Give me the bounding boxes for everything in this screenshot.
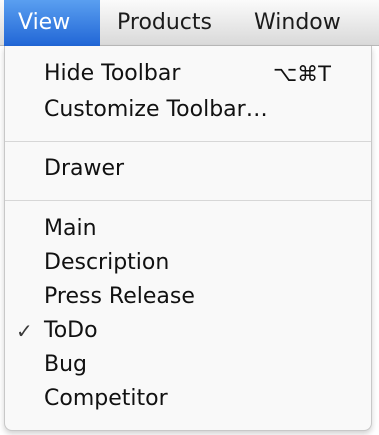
menu-item-label: Hide Toolbar: [44, 61, 181, 86]
menu-item-todo[interactable]: ✓ ToDo: [5, 315, 371, 347]
menu-item-hide-toolbar[interactable]: Hide Toolbar ⌥⌘T: [5, 58, 371, 90]
menu-bar-item-products[interactable]: Products: [117, 0, 212, 46]
menu-bar-item-view[interactable]: View: [4, 0, 100, 46]
menu-item-label: Drawer: [44, 156, 125, 181]
menu-item-drawer[interactable]: Drawer: [5, 153, 371, 185]
menu-item-main[interactable]: Main: [5, 213, 371, 245]
menu-bar-item-window[interactable]: Window: [254, 0, 341, 46]
menu-item-label: Bug: [44, 352, 88, 377]
menu-item-description[interactable]: Description: [5, 247, 371, 279]
view-menu-dropdown: Hide Toolbar ⌥⌘T Customize Toolbar… Draw…: [4, 46, 372, 431]
menu-item-competitor[interactable]: Competitor: [5, 383, 371, 415]
menu-bar: View Products Window: [0, 0, 379, 46]
menu-item-customize-toolbar[interactable]: Customize Toolbar…: [5, 94, 371, 126]
screen: View Products Window Hide Toolbar ⌥⌘T Cu…: [0, 0, 379, 435]
menu-item-label: ToDo: [44, 318, 98, 343]
menu-item-label: Main: [44, 216, 97, 241]
menu-item-label: Press Release: [44, 284, 195, 309]
menu-item-label: Description: [44, 250, 170, 275]
menu-separator: [5, 200, 371, 201]
menu-item-label: Competitor: [44, 386, 168, 411]
keyboard-shortcut: ⌥⌘T: [272, 62, 331, 86]
checkmark-icon: ✓: [16, 319, 33, 343]
menu-separator: [5, 141, 371, 142]
menu-item-bug[interactable]: Bug: [5, 349, 371, 381]
menu-item-press-release[interactable]: Press Release: [5, 281, 371, 313]
menu-item-label: Customize Toolbar…: [44, 97, 268, 122]
